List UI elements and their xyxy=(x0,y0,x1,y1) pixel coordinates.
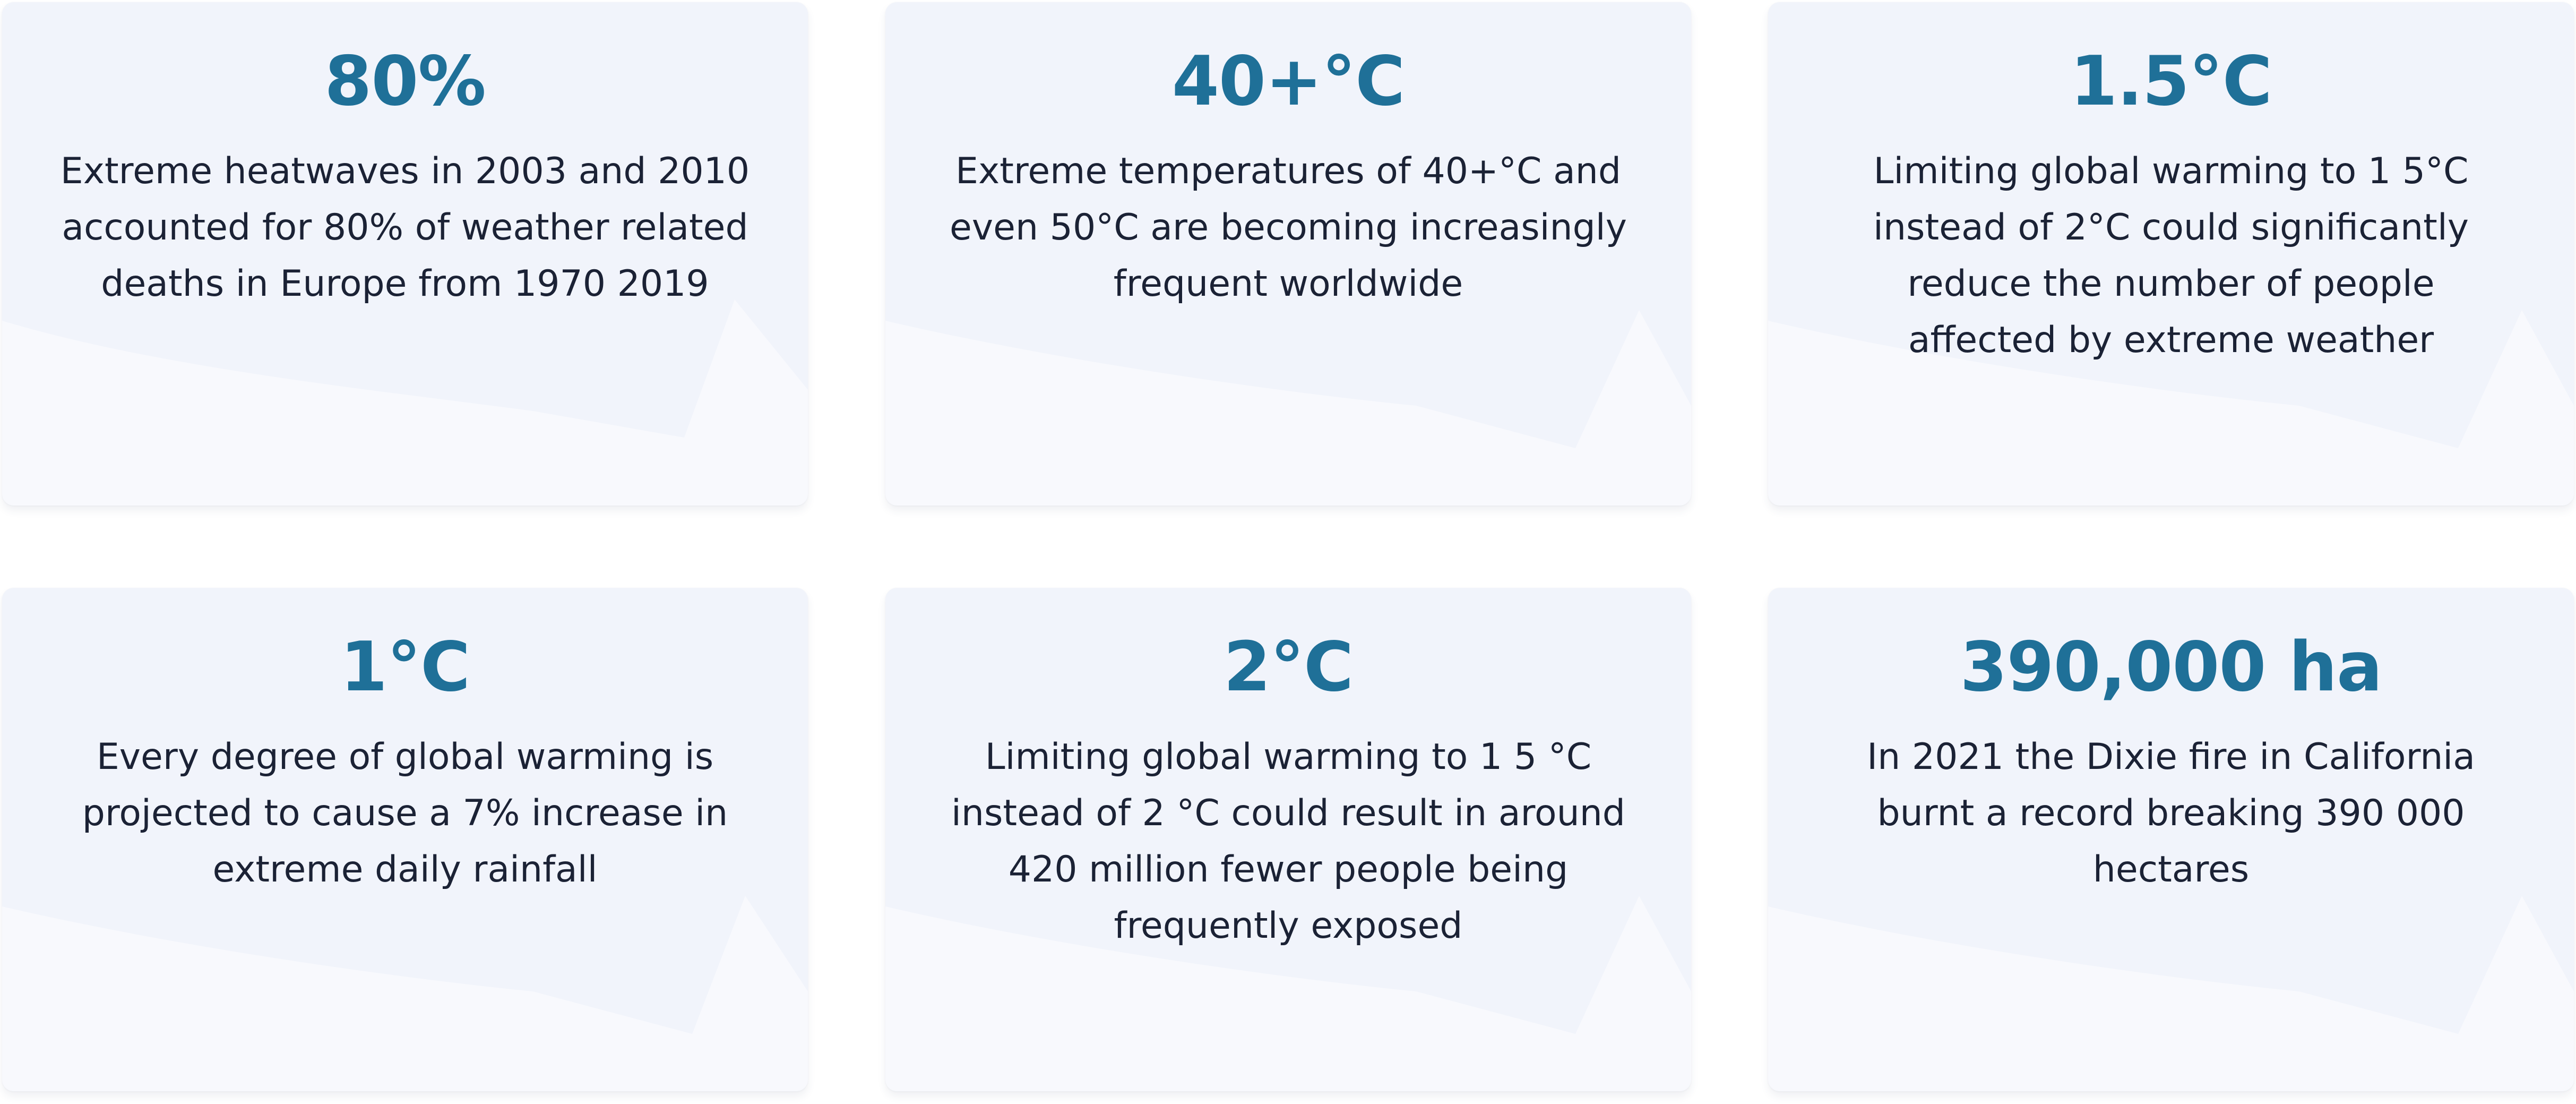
stat-description-line: affected by extreme weather xyxy=(1908,319,2434,361)
stat-card-content: 40+°C Extreme temperatures of 40+°C and … xyxy=(885,2,1691,312)
stat-description-line: Extreme heatwaves in 2003 and 2010 xyxy=(60,150,750,192)
stat-card: 80% Extreme heatwaves in 2003 and 2010 a… xyxy=(2,2,808,506)
stat-description-line: frequent worldwide xyxy=(1113,263,1463,305)
stat-description: Limiting global warming to 1 5°C instead… xyxy=(1773,116,2569,369)
stat-value: 40+°C xyxy=(1171,42,1405,121)
stat-description: Every degree of global warming is projec… xyxy=(7,701,803,898)
stat-description-line: hectares xyxy=(2092,849,2250,891)
stat-description-line: Limiting global warming to 1 5°C xyxy=(1873,150,2469,192)
stat-value: 390,000 ha xyxy=(1960,628,2382,707)
stat-card: 1.5°C Limiting global warming to 1 5°C i… xyxy=(1768,2,2574,506)
stat-description-line: reduce the number of people xyxy=(1907,263,2435,305)
stat-card-content: 2°C Limiting global warming to 1 5 °C in… xyxy=(885,588,1691,954)
stat-description-line: burnt a record breaking 390 000 xyxy=(1877,792,2465,834)
stat-card-grid: 80% Extreme heatwaves in 2003 and 2010 a… xyxy=(0,0,2576,1104)
stat-description-line: frequently exposed xyxy=(1114,905,1463,947)
stat-card-content: 80% Extreme heatwaves in 2003 and 2010 a… xyxy=(2,2,808,312)
stat-description: In 2021 the Dixie fire in California bur… xyxy=(1773,701,2569,898)
stat-value: 2°C xyxy=(1224,628,1354,707)
stat-value: 1.5°C xyxy=(2070,42,2272,121)
stat-description-line: Every degree of global warming is xyxy=(96,736,714,778)
stat-description: Extreme temperatures of 40+°C and even 5… xyxy=(890,116,1686,312)
stat-description-line: In 2021 the Dixie fire in California xyxy=(1867,736,2475,778)
stat-card: 1°C Every degree of global warming is pr… xyxy=(2,588,808,1091)
stat-description-line: deaths in Europe from 1970 2019 xyxy=(101,263,709,305)
stat-card: 2°C Limiting global warming to 1 5 °C in… xyxy=(885,588,1691,1091)
stat-card: 390,000 ha In 2021 the Dixie fire in Cal… xyxy=(1768,588,2574,1091)
stat-card-content: 390,000 ha In 2021 the Dixie fire in Cal… xyxy=(1768,588,2574,898)
stat-description: Extreme heatwaves in 2003 and 2010 accou… xyxy=(7,116,803,312)
stat-description-line: instead of 2°C could significantly xyxy=(1873,207,2469,249)
stat-description-line: extreme daily rainfall xyxy=(212,849,598,891)
stat-description-line: 420 million fewer people being xyxy=(1008,849,1569,891)
stat-description-line: Limiting global warming to 1 5 °C xyxy=(985,736,1592,778)
stat-description-line: projected to cause a 7% increase in xyxy=(82,792,728,834)
stat-description-line: instead of 2 °C could result in around xyxy=(951,792,1625,834)
stat-description: Limiting global warming to 1 5 °C instea… xyxy=(890,701,1686,954)
stat-description-line: even 50°C are becoming increasingly xyxy=(950,207,1627,249)
stat-description-line: Extreme temperatures of 40+°C and xyxy=(955,150,1621,192)
stat-value: 1°C xyxy=(340,628,470,707)
stat-value: 80% xyxy=(324,42,486,121)
stat-card-content: 1.5°C Limiting global warming to 1 5°C i… xyxy=(1768,2,2574,369)
stat-description-line: accounted for 80% of weather related xyxy=(62,207,748,249)
stat-card: 40+°C Extreme temperatures of 40+°C and … xyxy=(885,2,1691,506)
stat-card-content: 1°C Every degree of global warming is pr… xyxy=(2,588,808,898)
